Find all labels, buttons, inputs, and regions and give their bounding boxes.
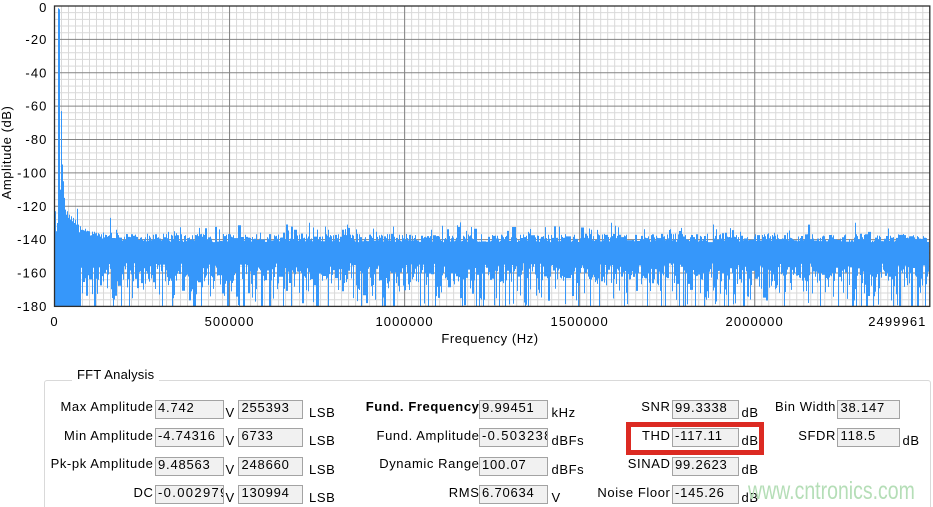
svg-text:500000: 500000 — [205, 314, 255, 329]
svg-text:-60: -60 — [25, 99, 47, 114]
svg-text:0: 0 — [50, 314, 58, 329]
svg-text:-140: -140 — [17, 232, 47, 247]
svg-text:-120: -120 — [17, 199, 47, 214]
svg-text:-100: -100 — [17, 165, 47, 180]
svg-text:1000000: 1000000 — [375, 314, 433, 329]
svg-text:-80: -80 — [25, 132, 47, 147]
svg-text:-160: -160 — [17, 266, 47, 281]
svg-text:Frequency (Hz): Frequency (Hz) — [441, 331, 538, 346]
svg-text:0: 0 — [39, 0, 47, 15]
svg-text:-180: -180 — [17, 299, 47, 314]
svg-text:2499961: 2499961 — [868, 314, 926, 329]
svg-text:-40: -40 — [25, 65, 47, 80]
svg-text:Amplitude (dB): Amplitude (dB) — [0, 106, 14, 200]
svg-text:-20: -20 — [25, 32, 47, 47]
svg-text:2000000: 2000000 — [726, 314, 784, 329]
svg-text:1500000: 1500000 — [551, 314, 609, 329]
